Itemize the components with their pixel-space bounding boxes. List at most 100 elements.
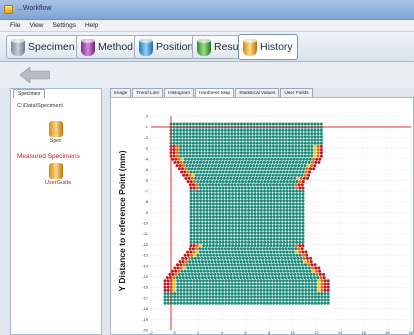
hardness-cell (260, 269, 264, 273)
hardness-cell (173, 282, 177, 286)
hardness-cell (247, 205, 251, 209)
hardness-cell (189, 279, 193, 283)
tab-specimen-panel[interactable]: Specimen (13, 89, 46, 98)
hardness-cell (291, 208, 295, 212)
hardness-cell (205, 170, 209, 174)
hardness-cell (223, 173, 227, 177)
hardness-cell (174, 157, 178, 161)
hardness-cell (207, 164, 211, 168)
hardness-cell (288, 205, 292, 209)
hardness-cell (259, 247, 263, 251)
hardness-cell (204, 263, 208, 267)
hardness-cell (269, 208, 273, 212)
hardness-cell (304, 263, 307, 267)
hardness-cell (310, 295, 314, 299)
hardness-cell (240, 266, 244, 270)
hardness-cell (242, 276, 246, 280)
hardness-cell (208, 208, 212, 212)
menu-settings[interactable]: Settings (52, 22, 76, 29)
hardness-cell (233, 285, 237, 289)
hardness-cell (215, 234, 219, 238)
hardness-cell (215, 189, 219, 193)
hardness-cell (195, 218, 199, 222)
tab-trend-line[interactable]: Trend Line (132, 88, 164, 97)
tab-image[interactable]: Image (110, 88, 132, 97)
hardness-cell (199, 189, 203, 193)
hardness-cell (265, 148, 269, 152)
tab-method[interactable]: Method (76, 35, 139, 59)
hardness-cell (249, 138, 253, 142)
hardness-cell (195, 173, 198, 177)
tab-position[interactable]: Position (134, 35, 199, 59)
hardness-cell (269, 292, 273, 296)
hardness-cell (208, 196, 212, 200)
hardness-cell (243, 263, 247, 267)
hardness-cell (192, 208, 196, 212)
hardness-cell (291, 192, 295, 196)
tab-user-fields[interactable]: User Fields (280, 88, 313, 97)
hardness-cell (255, 148, 259, 152)
menu-file[interactable]: File (10, 22, 20, 29)
hardness-cell (222, 253, 225, 257)
hardness-cell (204, 164, 208, 168)
hardness-cell (233, 132, 237, 136)
hardness-cell (249, 183, 253, 187)
hardness-cell (285, 224, 289, 228)
hardness-cell (219, 256, 223, 260)
hardness-cell (221, 292, 225, 296)
hardness-cell (189, 196, 193, 200)
hardness-cell (249, 292, 253, 296)
tab-statistical-values[interactable]: Statistical Values (235, 88, 280, 97)
hardness-cell (267, 167, 271, 171)
tab-histogram[interactable]: Histogram (164, 88, 194, 97)
hardness-cell (275, 192, 279, 196)
hardness-cell (243, 144, 247, 148)
hardness-cell (207, 148, 211, 152)
hardness-cell (268, 151, 272, 155)
specimen-folder-icon[interactable] (49, 121, 63, 137)
hardness-cell (250, 170, 254, 174)
hardness-cell (205, 234, 209, 238)
tab-history[interactable]: History (238, 34, 298, 60)
user-guide-icon[interactable] (49, 163, 63, 179)
hardness-cell (311, 269, 315, 273)
menu-help[interactable]: Help (85, 22, 98, 29)
hardness-cell (282, 215, 286, 219)
hardness-cell (188, 154, 192, 158)
hardness-cell (202, 192, 206, 196)
hardness-cell (317, 282, 321, 286)
hardness-cell (262, 301, 266, 305)
hardness-cell (295, 186, 299, 190)
hardness-cell (163, 282, 167, 286)
hardness-cell (299, 256, 303, 260)
hardness-cell (186, 266, 190, 270)
hardness-cell (281, 144, 285, 148)
tab-specimen[interactable]: Specimen (6, 35, 80, 59)
hardness-cell (243, 215, 247, 219)
hardness-cell (284, 276, 288, 280)
hardness-cell (207, 128, 211, 132)
user-guide-label[interactable]: UserGuide (45, 180, 71, 186)
back-arrow-icon[interactable] (20, 67, 50, 83)
hardness-cell (298, 192, 302, 196)
hardness-cell (223, 128, 227, 132)
hardness-cell (253, 212, 257, 216)
hardness-cell (201, 276, 204, 280)
hardness-cell (182, 285, 186, 289)
hardness-cell (227, 218, 231, 222)
hardness-cell (275, 231, 279, 235)
hardness-cell (263, 234, 267, 238)
hardness-cell (208, 160, 212, 164)
hardness-cell (275, 154, 279, 158)
hardness-cell (202, 180, 206, 184)
hardness-cell (176, 279, 180, 283)
tab-hardness-map[interactable]: Hardness Map (194, 88, 235, 97)
hardness-cell (255, 128, 259, 132)
x-tick-label: 4 (221, 330, 224, 334)
hardness-cell (224, 192, 228, 196)
hardness-cell (185, 144, 189, 148)
hardness-cell (263, 160, 266, 164)
hardness-cell (243, 122, 247, 126)
hardness-cell (230, 285, 234, 289)
menu-view[interactable]: View (29, 22, 43, 29)
